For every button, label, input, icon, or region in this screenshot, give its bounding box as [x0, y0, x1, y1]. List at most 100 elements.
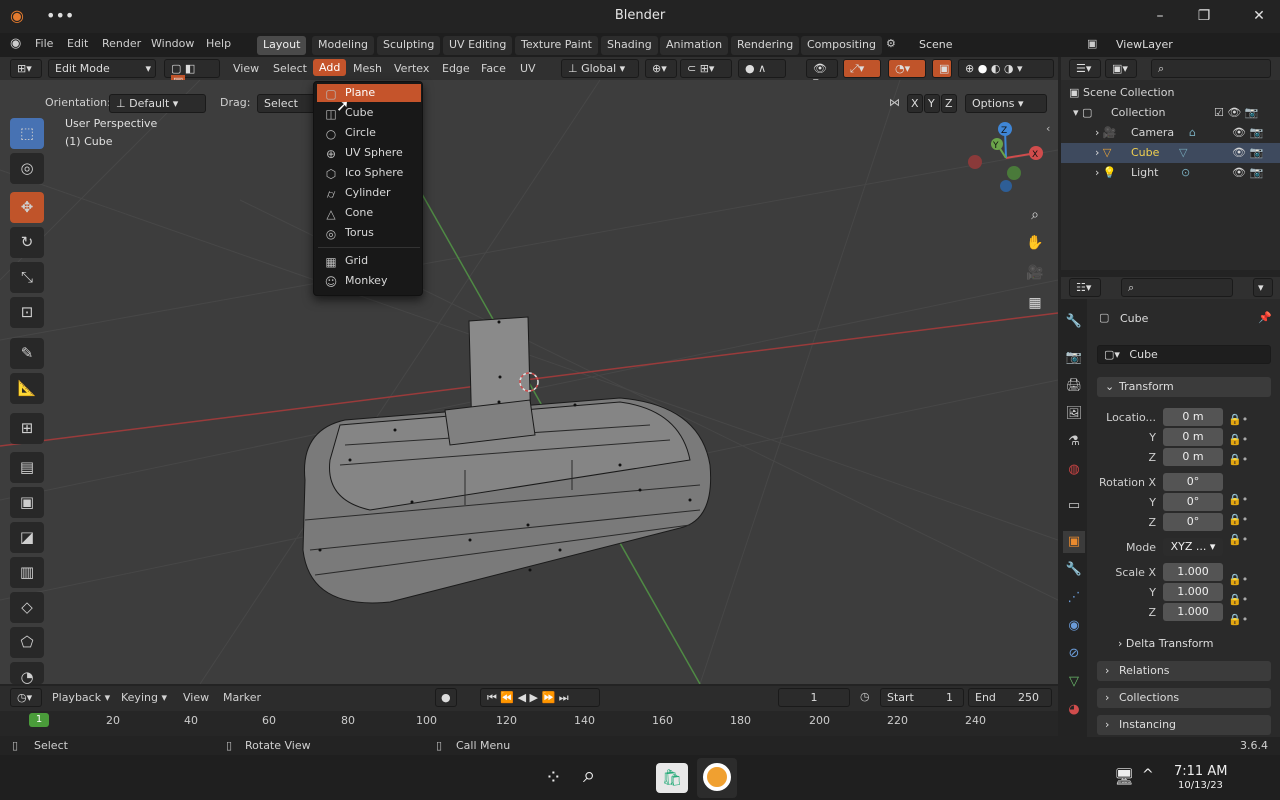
- menu-item-circle[interactable]: ○ Circle: [317, 124, 421, 142]
- drag-dropdown[interactable]: Select Bo: [257, 94, 317, 113]
- timeline-editor-icon[interactable]: ◷▾: [10, 688, 42, 707]
- editor-type-icon[interactable]: ⊞▾: [10, 59, 42, 78]
- properties-search-input[interactable]: ⌕: [1121, 278, 1233, 297]
- tab-animation[interactable]: Animation: [660, 36, 729, 55]
- tray-chevron-icon[interactable]: ^: [1142, 767, 1154, 783]
- tab-shading[interactable]: Shading: [601, 36, 658, 55]
- playback-dropdown[interactable]: Playback ▾: [52, 691, 110, 704]
- clock-icon[interactable]: ◷: [860, 690, 870, 703]
- add-cube-tool[interactable]: ⊞: [10, 413, 44, 444]
- properties-options-icon[interactable]: ▾: [1253, 278, 1273, 297]
- header-menu-uv[interactable]: UV: [520, 62, 536, 75]
- header-menu-vertex[interactable]: Vertex: [394, 62, 429, 75]
- options-dropdown[interactable]: Options ▾: [965, 94, 1047, 113]
- physics-tab-icon[interactable]: ◉: [1063, 615, 1085, 637]
- workspaces-icon[interactable]: ⁘: [545, 765, 562, 789]
- data-tab-icon[interactable]: ▽: [1063, 671, 1085, 693]
- menu-item-monkey[interactable]: ☺ Monkey: [317, 272, 421, 290]
- tab-uv-editing[interactable]: UV Editing: [443, 36, 513, 55]
- transform-panel-header[interactable]: ⌄ Transform: [1097, 377, 1271, 397]
- tab-layout[interactable]: Layout: [257, 36, 307, 55]
- scale-tool[interactable]: ⤡: [10, 262, 44, 293]
- tab-texture-paint[interactable]: Texture Paint: [515, 36, 598, 55]
- menu-item-ico-sphere[interactable]: ⬡ Ico Sphere: [317, 164, 421, 182]
- outliner-item-light[interactable]: › 💡 Light ⊙ 👁 📷: [1061, 163, 1280, 183]
- network-icon[interactable]: 🖥: [1114, 767, 1134, 786]
- minimize-button[interactable]: –: [1150, 6, 1170, 26]
- orientation-dropdown[interactable]: ⊥ Default ▾: [109, 94, 206, 113]
- annotate-tool[interactable]: ✎: [10, 338, 44, 369]
- visibility-icon[interactable]: 👁▾: [806, 59, 838, 88]
- axis-z-toggle[interactable]: Z: [941, 94, 957, 113]
- header-menu-mesh[interactable]: Mesh: [353, 62, 382, 75]
- rotation-z-field[interactable]: 0°: [1163, 513, 1223, 531]
- start-frame-field[interactable]: Start 1: [880, 688, 964, 707]
- tab-rendering[interactable]: Rendering: [731, 36, 800, 55]
- rotation-mode-dropdown[interactable]: XYZ ... ▾: [1163, 538, 1223, 556]
- inset-tool[interactable]: ▣: [10, 487, 44, 518]
- move-tool[interactable]: ✥: [10, 192, 44, 223]
- output-tab-icon[interactable]: 🖨: [1063, 375, 1085, 397]
- menu-item-cube[interactable]: ◫ Cube: [317, 104, 421, 122]
- render-tab-icon[interactable]: 📷: [1063, 347, 1085, 369]
- scale-z-field[interactable]: 1.000: [1163, 603, 1223, 621]
- select-box-tool[interactable]: ⬚: [10, 118, 44, 149]
- outliner-item-camera[interactable]: › 🎥 Camera ⌂ 👁 📷: [1061, 123, 1280, 143]
- menu-render[interactable]: Render: [102, 37, 141, 50]
- outliner-collection[interactable]: ▾ ▢ Collection ☑ 👁 📷: [1061, 103, 1280, 123]
- pin-icon[interactable]: 📌: [1258, 311, 1272, 324]
- collection-tab-icon[interactable]: ▭: [1063, 495, 1085, 517]
- loop-cut-tool[interactable]: ▥: [10, 557, 44, 588]
- camera-view-icon[interactable]: 🎥: [1022, 260, 1048, 286]
- instancing-panel[interactable]: › Instancing: [1097, 715, 1271, 735]
- header-menu-select[interactable]: Select: [273, 62, 307, 75]
- rotation-y-field[interactable]: 0°: [1163, 493, 1223, 511]
- menu-edit[interactable]: Edit: [67, 37, 88, 50]
- relations-panel[interactable]: › Relations: [1097, 661, 1271, 681]
- outliner-item-cube[interactable]: › ▽ Cube ▽ 👁 📷: [1061, 143, 1280, 163]
- menu-window[interactable]: Window: [151, 37, 194, 50]
- header-menu-edge[interactable]: Edge: [442, 62, 470, 75]
- xray-icon[interactable]: ▣: [932, 59, 952, 78]
- bevel-tool[interactable]: ◪: [10, 522, 44, 553]
- outliner-editor-icon[interactable]: ☰▾: [1069, 59, 1101, 78]
- tab-sculpting[interactable]: Sculpting: [377, 36, 441, 55]
- rotate-tool[interactable]: ↻: [10, 227, 44, 258]
- mirror-icon[interactable]: ⋈: [889, 96, 900, 109]
- location-y-field[interactable]: 0 m: [1163, 428, 1223, 446]
- menu-help[interactable]: Help: [206, 37, 231, 50]
- measure-tool[interactable]: 📐: [10, 373, 44, 404]
- pivot-icon[interactable]: ⊕▾: [645, 59, 677, 78]
- view-layer-tab-icon[interactable]: 🖼: [1063, 403, 1085, 425]
- delta-transform-subpanel[interactable]: › Delta Transform: [1118, 637, 1213, 650]
- axis-y-toggle[interactable]: Y: [924, 94, 940, 113]
- object-tab-icon[interactable]: ▣: [1063, 531, 1085, 553]
- sidebar-collapse-icon[interactable]: ‹: [1046, 122, 1050, 135]
- header-menu-add[interactable]: Add: [313, 59, 347, 76]
- scale-x-field[interactable]: 1.000: [1163, 563, 1223, 581]
- blender-menu-icon[interactable]: ◉: [10, 36, 21, 51]
- menu-item-cylinder[interactable]: ⌭ Cylinder: [317, 184, 421, 202]
- blender-app-button[interactable]: [697, 758, 737, 798]
- knife-tool[interactable]: ◇: [10, 592, 44, 623]
- object-name-field[interactable]: ▢▾ Cube: [1097, 345, 1271, 364]
- outliner-search-input[interactable]: ⌕: [1151, 59, 1271, 78]
- header-menu-view[interactable]: View: [233, 62, 259, 75]
- tab-modeling[interactable]: Modeling: [312, 36, 375, 55]
- record-button[interactable]: ●: [435, 688, 457, 707]
- location-z-field[interactable]: 0 m: [1163, 448, 1223, 466]
- header-menu-face[interactable]: Face: [481, 62, 506, 75]
- scene-tab-icon[interactable]: ⚗: [1063, 431, 1085, 453]
- playback-controls[interactable]: ⏮ ⏪ ◀ ▶ ⏩ ⏭: [480, 688, 600, 707]
- menu-item-plane[interactable]: ▢ Plane: [317, 84, 421, 102]
- menu-item-cone[interactable]: △ Cone: [317, 204, 421, 222]
- keying-dropdown[interactable]: Keying ▾: [121, 691, 167, 704]
- zoom-icon[interactable]: ⌕: [1022, 202, 1048, 228]
- store-app-icon[interactable]: 🛍: [656, 763, 688, 793]
- shading-mode-buttons[interactable]: ⊕ ● ◐ ◑ ▾: [958, 59, 1054, 78]
- clock-time[interactable]: 7:11 AM: [1174, 764, 1227, 779]
- 3d-viewport[interactable]: X Z Y Orientation: ⊥ Default ▾ Drag: Sel…: [0, 80, 1058, 684]
- pan-hand-icon[interactable]: ✋: [1022, 230, 1048, 256]
- spin-tool[interactable]: ◔: [10, 662, 44, 684]
- taskbar-search-icon[interactable]: ⌕: [583, 763, 595, 788]
